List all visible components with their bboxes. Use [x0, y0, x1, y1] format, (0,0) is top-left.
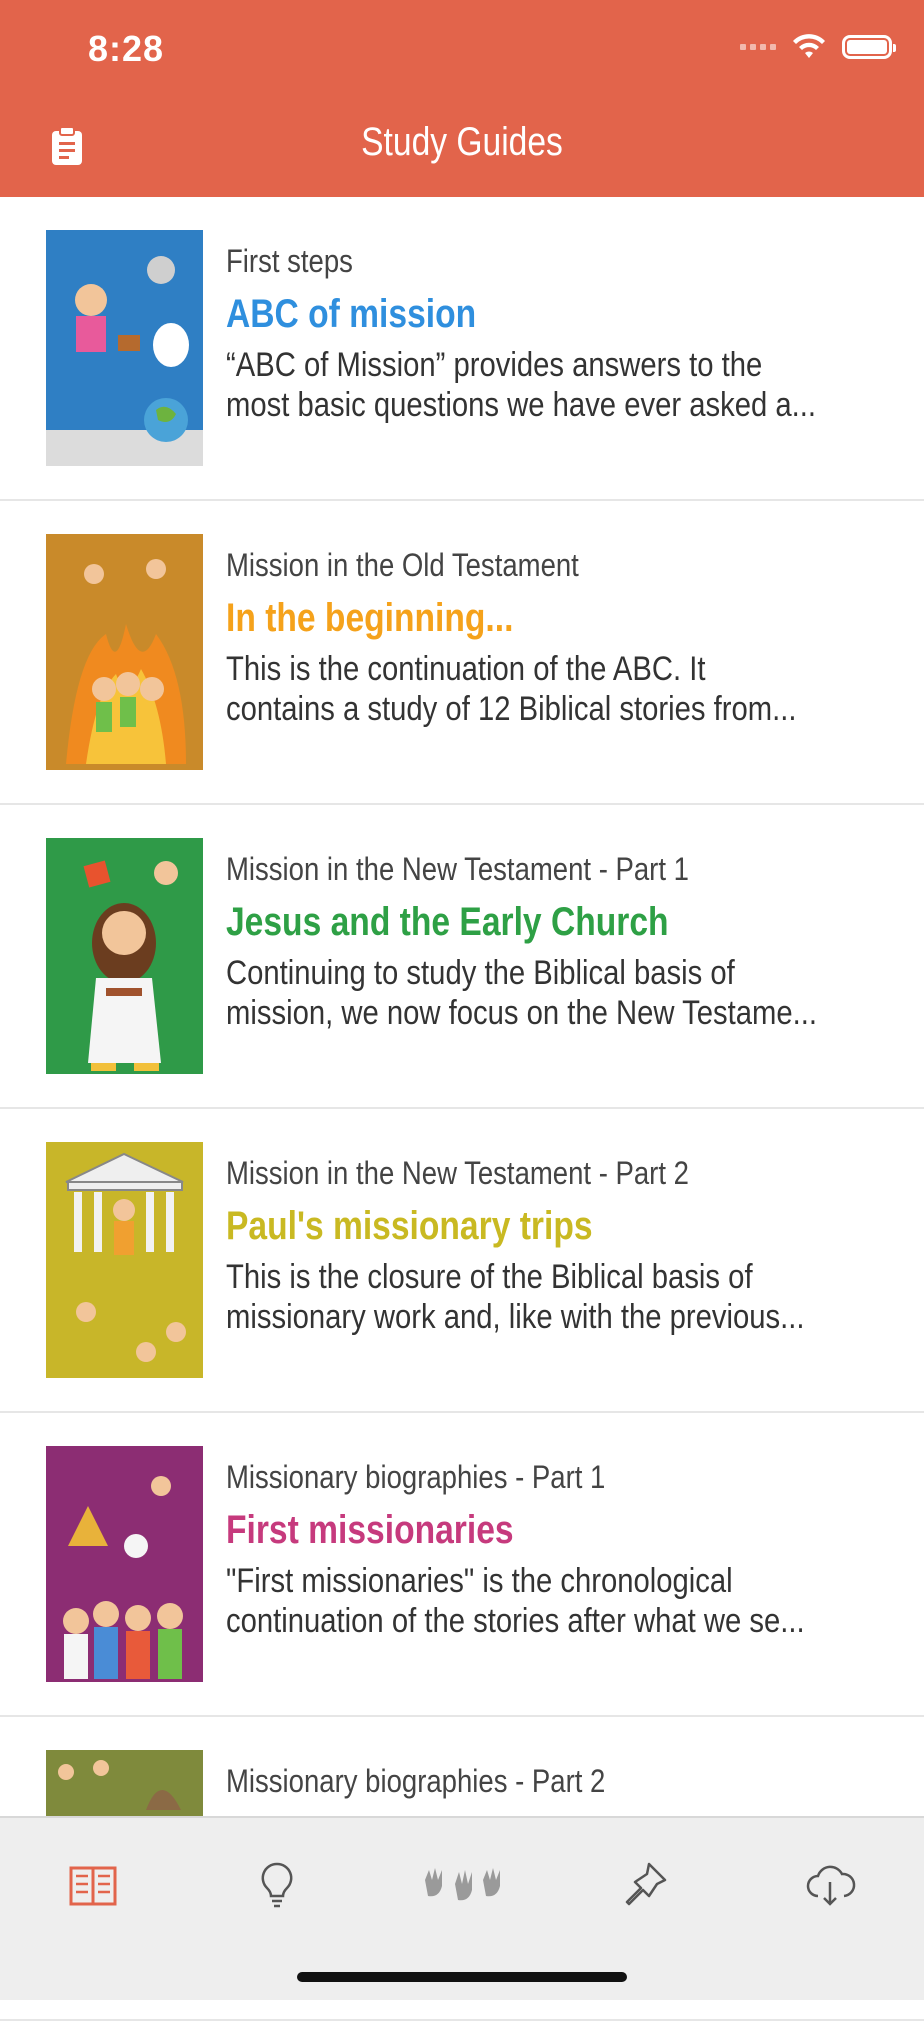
guide-description-line: missionary work and, like with the previ…: [226, 1298, 805, 1336]
guide-subtitle: Mission in the New Testament - Part 2: [226, 1155, 689, 1191]
guide-description-line: This is the continuation of the ABC. It: [226, 650, 706, 688]
guide-description-line: “ABC of Mission” provides answers to the: [226, 346, 763, 384]
guide-subtitle: Mission in the Old Testament: [226, 547, 579, 583]
guide-description: This is the continuation of the ABC. It …: [226, 649, 905, 729]
guide-row-jesus-and-the-early-church[interactable]: Mission in the New Testament - Part 1 Je…: [0, 805, 924, 1109]
guide-title: ABC of mission: [226, 292, 477, 336]
hands-icon[interactable]: [415, 1860, 509, 1910]
cloud-download-icon[interactable]: [800, 1860, 860, 1910]
guide-row-abc-of-mission[interactable]: First steps ABC of mission “ABC of Missi…: [0, 197, 924, 501]
guide-row-in-the-beginning[interactable]: Mission in the Old Testament In the begi…: [0, 501, 924, 805]
guide-description-line: This is the closure of the Biblical basi…: [226, 1258, 753, 1296]
guide-title: Paul's missionary trips: [226, 1204, 593, 1248]
guide-row-pauls-missionary-trips[interactable]: Mission in the New Testament - Part 2 Pa…: [0, 1109, 924, 1413]
guide-description: “ABC of Mission” provides answers to the…: [226, 345, 905, 425]
guide-description: This is the closure of the Biblical basi…: [226, 1257, 905, 1337]
guide-description: Continuing to study the Biblical basis o…: [226, 953, 905, 1033]
status-time: 8:28: [88, 28, 165, 69]
guide-cover-image: [46, 838, 203, 1074]
page-title: Study Guides: [361, 120, 563, 164]
lightbulb-icon[interactable]: [247, 1860, 307, 1910]
guide-description-line: "First missionaries" is the chronologica…: [226, 1562, 733, 1600]
pin-icon[interactable]: [615, 1860, 675, 1910]
guide-cover-image: [46, 1142, 203, 1378]
guide-title: Jesus and the Early Church: [226, 900, 669, 944]
guide-description-line: contains a study of 12 Biblical stories …: [226, 690, 797, 728]
guide-description: "First missionaries" is the chronologica…: [226, 1561, 905, 1641]
guide-title: First missionaries: [226, 1508, 514, 1552]
guide-cover-image: [46, 1446, 203, 1682]
book-icon[interactable]: [63, 1860, 123, 1910]
guide-description-line: continuation of the stories after what w…: [226, 1602, 805, 1640]
guide-description-line: mission, we now focus on the New Testame…: [226, 994, 818, 1032]
signal-icon: [740, 44, 776, 50]
wifi-icon: [793, 34, 825, 58]
guide-row-first-missionaries[interactable]: Missionary biographies - Part 1 First mi…: [0, 1413, 924, 1717]
guide-subtitle: Mission in the New Testament - Part 1: [226, 851, 689, 887]
guide-cover-image: [46, 534, 203, 770]
status-icons: [740, 34, 896, 60]
guide-subtitle: Missionary biographies - Part 1: [226, 1459, 606, 1495]
home-indicator: [297, 1972, 627, 1982]
battery-icon: [842, 35, 896, 59]
guide-cover-image: [46, 230, 203, 466]
guide-description-line: Continuing to study the Biblical basis o…: [226, 954, 735, 992]
header: 8:28 Study Guides: [0, 0, 924, 197]
guide-subtitle: Missionary biographies - Part 2: [226, 1763, 606, 1799]
guide-list: First steps ABC of mission “ABC of Missi…: [0, 197, 924, 2021]
guide-subtitle: First steps: [226, 243, 353, 279]
guide-title: In the beginning...: [226, 596, 514, 640]
guide-description-line: most basic questions we have ever asked …: [226, 386, 816, 424]
